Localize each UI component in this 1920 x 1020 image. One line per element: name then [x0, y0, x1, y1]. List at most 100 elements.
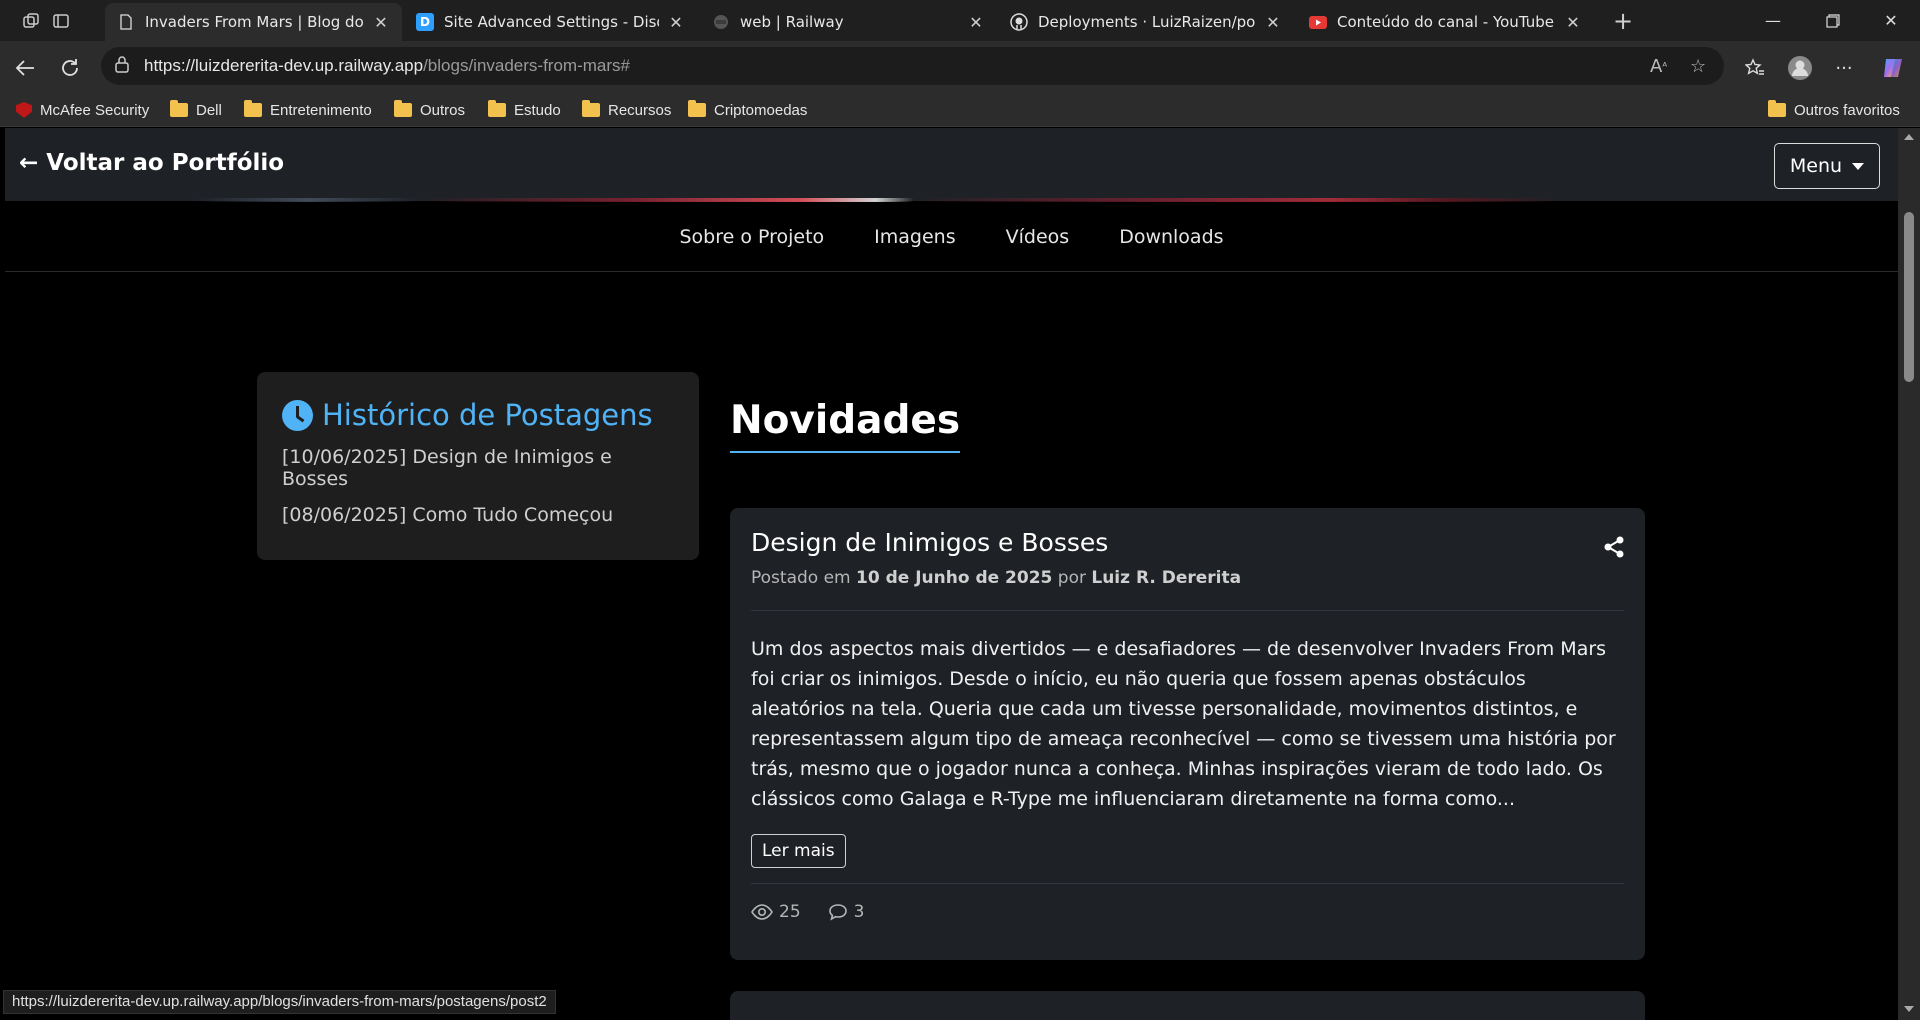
- section-title: Novidades: [730, 398, 961, 453]
- youtube-icon: [1309, 13, 1327, 31]
- profile-avatar-icon[interactable]: [1785, 53, 1815, 83]
- bookmark-folder-estudo[interactable]: Estudo: [488, 99, 561, 121]
- minimize-icon[interactable]: —: [1744, 0, 1802, 41]
- back-arrow-icon[interactable]: [10, 53, 40, 83]
- bookmarks-bar: McAfee Security Dell Entretenimento Outr…: [0, 94, 1920, 127]
- close-tab-icon[interactable]: ✕: [1564, 13, 1582, 32]
- url-host: https://luizdererita-dev.up.railway.app: [144, 56, 424, 75]
- tab-title: web | Railway: [740, 13, 844, 31]
- post-divider: [751, 610, 1624, 611]
- menu-label: Menu: [1789, 155, 1843, 177]
- folder-icon: [488, 100, 506, 117]
- history-item[interactable]: [08/06/2025] Como Tudo Começou: [282, 504, 674, 526]
- browser-toolbar: https://luizdererita-dev.up.railway.app/…: [0, 41, 1920, 94]
- share-icon[interactable]: [1603, 536, 1625, 558]
- close-tab-icon[interactable]: ✕: [667, 13, 685, 32]
- bookmark-label: Dell: [196, 101, 222, 119]
- comments-stat[interactable]: 3: [828, 902, 865, 922]
- back-to-portfolio-link[interactable]: ← Voltar ao Portfólio: [19, 150, 284, 176]
- copilot-icon[interactable]: [1878, 53, 1908, 83]
- site-header: ← Voltar ao Portfólio Menu: [5, 128, 1898, 201]
- bookmark-folder-dell[interactable]: Dell: [170, 99, 222, 121]
- post-excerpt: Um dos aspectos mais divertidos — e desa…: [751, 638, 1616, 810]
- menu-dropdown-button[interactable]: Menu: [1774, 143, 1880, 189]
- post-author: Luiz R. Dererita: [1091, 568, 1242, 588]
- clock-icon: [282, 399, 313, 431]
- post-date: 10 de Junho de 2025: [856, 568, 1053, 588]
- meta-prefix: Postado em: [751, 568, 851, 588]
- next-post-card: [730, 991, 1645, 1020]
- bookmark-folder-outros[interactable]: Outros: [394, 99, 465, 121]
- folder-icon: [688, 100, 706, 117]
- post-meta: Postado em 10 de Junho de 2025 por Luiz …: [751, 568, 1624, 588]
- close-tab-icon[interactable]: ✕: [1264, 13, 1282, 32]
- scroll-down-icon[interactable]: [1904, 1006, 1914, 1012]
- post-title[interactable]: Design de Inimigos e Bosses: [751, 528, 1624, 557]
- folder-icon: [170, 100, 188, 117]
- refresh-icon[interactable]: [55, 53, 85, 83]
- tab-title: Site Advanced Settings - Disqus A: [444, 13, 659, 31]
- subnav-sobre-o-projeto[interactable]: Sobre o Projeto: [679, 226, 824, 248]
- more-options-icon[interactable]: ···: [1829, 53, 1859, 83]
- folder-icon: [582, 100, 600, 117]
- scroll-thumb[interactable]: [1904, 212, 1914, 382]
- tab-invaders-blog[interactable]: Invaders From Mars | Blog do Proj ✕: [105, 3, 402, 41]
- close-tab-icon[interactable]: ✕: [372, 13, 390, 32]
- close-window-icon[interactable]: ✕: [1862, 0, 1920, 41]
- bookmark-label: Criptomoedas: [714, 101, 808, 119]
- bookmark-label: Outros: [420, 101, 466, 119]
- subnav-imagens[interactable]: Imagens: [874, 226, 955, 248]
- tab-title: Conteúdo do canal - YouTube Stu: [1337, 13, 1556, 31]
- bookmark-folder-entretenimento[interactable]: Entretenimento: [244, 99, 372, 121]
- favorite-star-icon[interactable]: ☆: [1690, 47, 1706, 85]
- views-stat: 25: [751, 902, 801, 922]
- bookmark-label: Entretenimento: [270, 101, 372, 119]
- folder-icon: [1768, 100, 1786, 117]
- disqus-icon: D: [416, 13, 434, 31]
- post-history-card: Histórico de Postagens [10/06/2025] Desi…: [257, 372, 699, 560]
- tab-disqus-settings[interactable]: D Site Advanced Settings - Disqus A ✕: [404, 3, 697, 41]
- bookmark-folder-recursos[interactable]: Recursos: [582, 99, 671, 121]
- tab-github-deployments[interactable]: Deployments · LuizRaizen/portfoli ✕: [998, 3, 1294, 41]
- tab-title: Deployments · LuizRaizen/portfoli: [1038, 13, 1256, 31]
- github-icon: [1010, 13, 1028, 31]
- browser-tab-bar: Invaders From Mars | Blog do Proj ✕ D Si…: [0, 0, 1920, 41]
- link-status-bar: https://luizdererita-dev.up.railway.app/…: [3, 990, 556, 1014]
- bookmark-folder-criptomoedas[interactable]: Criptomoedas: [688, 99, 807, 121]
- lock-icon[interactable]: [114, 55, 136, 77]
- tab-youtube-studio[interactable]: Conteúdo do canal - YouTube Stu ✕: [1297, 3, 1594, 41]
- page-icon: [117, 13, 135, 31]
- eye-icon: [751, 904, 773, 920]
- url-path: /blogs/invaders-from-mars#: [423, 56, 630, 75]
- read-more-button[interactable]: Ler mais: [751, 834, 846, 868]
- tab-railway[interactable]: web | Railway ✕: [700, 3, 997, 41]
- bookmark-label: McAfee Security: [40, 101, 150, 119]
- bookmark-mcafee[interactable]: McAfee Security: [16, 99, 149, 121]
- history-item[interactable]: [10/06/2025] Design de Inimigos e Bosses: [282, 446, 674, 490]
- post-history-title: Histórico de Postagens: [282, 398, 674, 432]
- web-page: ← Voltar ao Portfólio Menu Sobre o Proje…: [5, 128, 1898, 1020]
- workspaces-icon[interactable]: [18, 8, 44, 34]
- tab-title: Invaders From Mars | Blog do Proj: [145, 13, 364, 31]
- new-tab-icon[interactable]: +: [1610, 7, 1636, 35]
- views-count: 25: [779, 902, 801, 922]
- bookmark-label: Recursos: [608, 101, 672, 119]
- scroll-up-icon[interactable]: [1904, 134, 1914, 140]
- subnav-downloads[interactable]: Downloads: [1119, 226, 1223, 248]
- read-aloud-icon[interactable]: Aᴬ: [1650, 47, 1667, 85]
- restore-icon[interactable]: [1804, 0, 1862, 41]
- page-scrollbar[interactable]: [1898, 128, 1920, 1020]
- address-bar[interactable]: https://luizdererita-dev.up.railway.app/…: [101, 47, 1724, 85]
- mcafee-icon: [16, 102, 32, 118]
- vertical-tabs-icon[interactable]: [48, 8, 74, 34]
- post-stats: 25 3: [751, 902, 1624, 922]
- comments-count: 3: [853, 902, 865, 922]
- folder-icon: [394, 100, 412, 117]
- close-tab-icon[interactable]: ✕: [967, 13, 985, 32]
- subnav-videos[interactable]: Vídeos: [1006, 226, 1070, 248]
- project-subnav: Sobre o Projeto Imagens Vídeos Downloads: [5, 202, 1898, 272]
- favorites-icon[interactable]: [1740, 53, 1770, 83]
- bookmark-label: Outros favoritos: [1794, 101, 1900, 119]
- bookmark-folder-other-favorites[interactable]: Outros favoritos: [1768, 99, 1900, 121]
- comment-icon: [828, 904, 847, 921]
